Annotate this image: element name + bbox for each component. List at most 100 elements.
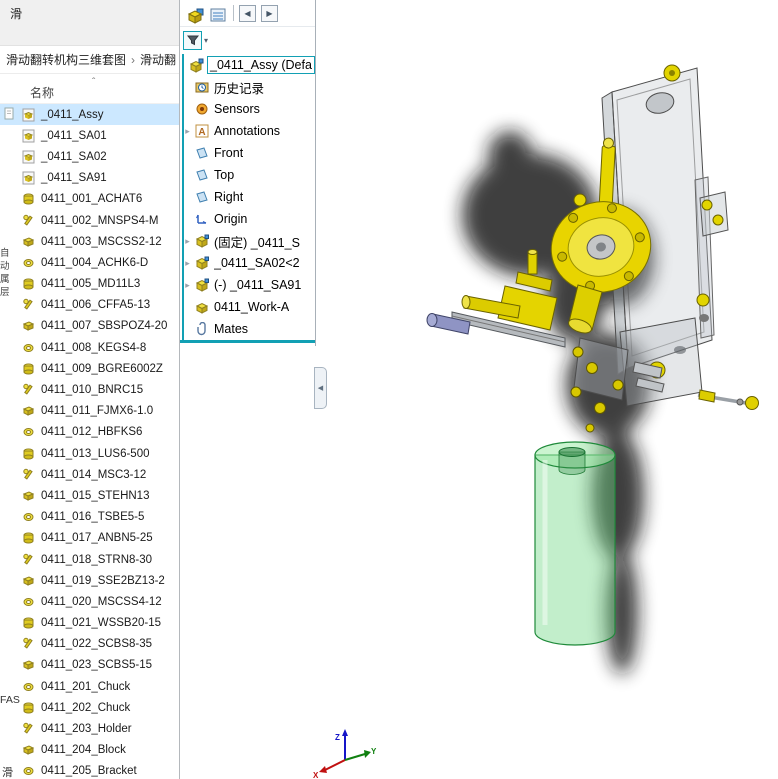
part-file-icon [22, 553, 37, 567]
annotations-icon: A [195, 124, 211, 139]
file-name: 0411_011_FJMX6-1.0 [41, 405, 154, 418]
display-pane-icon[interactable] [209, 6, 226, 21]
part-file-icon [22, 341, 37, 355]
file-row[interactable]: 0411_019_SSE2BZ13-2 [0, 570, 179, 591]
file-row[interactable]: _0411_SA91 [0, 168, 179, 189]
file-row[interactable]: 0411_022_SCBS8-35 [0, 634, 179, 655]
tree-item[interactable]: Sensors [180, 98, 315, 120]
mates-icon [195, 321, 211, 337]
file-name: 0411_006_CFFA5-13 [41, 299, 151, 312]
file-row[interactable]: 0411_014_MSC3-12 [0, 464, 179, 485]
file-row[interactable]: 0411_011_FJMX6-1.0 [0, 401, 179, 422]
history-icon [195, 80, 211, 95]
breadcrumb-segment[interactable]: 滑动翻 [140, 51, 176, 68]
expand-arrow-icon[interactable]: ▸ [180, 126, 195, 137]
file-row[interactable]: 0411_205_Bracket [0, 761, 179, 779]
file-row[interactable]: 0411_015_STEHN13 [0, 485, 179, 506]
tree-item[interactable]: ▸ A Annotations [180, 120, 315, 142]
file-row[interactable]: 0411_021_WSSB20-15 [0, 613, 179, 634]
file-name: 0411_003_MSCSS2-12 [41, 235, 162, 248]
file-name: 0411_023_SCBS5-15 [41, 659, 153, 672]
file-row[interactable]: 0411_023_SCBS5-15 [0, 655, 179, 676]
svg-text:A: A [198, 127, 205, 138]
expand-arrow-icon[interactable]: ▸ [180, 280, 195, 291]
file-name: 0411_009_BGRE6002Z [41, 362, 163, 375]
file-row[interactable]: _0411_SA02 [0, 146, 179, 167]
tree-item[interactable]: 0411_Work-A [180, 296, 315, 318]
tree-item-label: (固定) _0411_S [214, 235, 300, 250]
part-file-icon [22, 256, 37, 270]
file-row[interactable]: 0411_201_Chuck [0, 676, 179, 697]
file-row[interactable]: _0411_Assy [0, 104, 179, 126]
file-row[interactable]: 0411_009_BGRE6002Z [0, 358, 179, 379]
tree-item[interactable]: Origin [180, 208, 315, 230]
triad-y-label: Y [371, 747, 377, 756]
part-file-icon [22, 637, 37, 651]
file-row[interactable]: 0411_005_MD11L3 [0, 274, 179, 295]
assembly-root-icon [188, 58, 204, 73]
filter-funnel-icon[interactable] [183, 30, 202, 50]
expand-arrow-icon[interactable]: ▸ [180, 236, 195, 247]
file-row[interactable]: 0411_013_LUS6-500 [0, 443, 179, 464]
file-row[interactable]: 0411_018_STRN8-30 [0, 549, 179, 570]
tree-item-label: Sensors [214, 102, 260, 116]
breadcrumb[interactable]: 滑动翻转机构三维套图 › 滑动翻 [0, 46, 179, 74]
file-row[interactable]: 0411_006_CFFA5-13 [0, 295, 179, 316]
background-window-fragment: 滑 [2, 767, 13, 779]
toolbar-separator [233, 5, 234, 21]
tree-item[interactable]: Right [180, 186, 315, 208]
file-row[interactable]: 0411_002_MNSPS4-M [0, 210, 179, 231]
part-file-icon [22, 404, 37, 418]
file-row[interactable]: 0411_010_BNRC15 [0, 379, 179, 400]
history-forward-button[interactable]: ▶ [261, 4, 278, 22]
rollback-bar[interactable] [180, 340, 315, 343]
tree-item[interactable]: Mates [180, 318, 315, 340]
tree-item[interactable]: 历史记录 [180, 76, 315, 98]
file-row[interactable]: 0411_204_Block [0, 740, 179, 761]
file-row[interactable]: 0411_202_Chuck [0, 697, 179, 718]
tree-item[interactable]: ▸ (-) _0411_SA91 [180, 274, 315, 296]
part-file-icon [22, 531, 37, 545]
component-icon [195, 234, 211, 249]
file-row[interactable]: 0411_004_ACHK6-D [0, 252, 179, 273]
file-name: 0411_204_Block [41, 744, 126, 757]
file-row[interactable]: 0411_203_Holder [0, 718, 179, 739]
featuremanager-tab-icon[interactable] [185, 6, 204, 24]
file-row[interactable]: 0411_008_KEGS4-8 [0, 337, 179, 358]
flange-knob [573, 193, 587, 207]
filter-dropdown-caret-icon[interactable]: ▾ [204, 36, 208, 45]
tree-item[interactable]: ▸ (固定) _0411_S [180, 230, 315, 252]
file-list: _0411_Assy _0411_SA01 _0411_SA02 _0411_SA91… [0, 104, 179, 779]
expand-arrow-icon[interactable]: ▸ [180, 258, 195, 269]
tree-item[interactable]: Top [180, 164, 315, 186]
part-file-icon [22, 722, 37, 736]
history-back-button[interactable]: ◀ [239, 4, 256, 22]
file-explorer-pane: 滑 滑动翻转机构三维套图 › 滑动翻 ˆ 名称 _0411_Assy _0411_… [0, 0, 180, 779]
tree-item-label: _0411_SA02<2 [214, 256, 300, 270]
part-file-icon [22, 447, 37, 461]
tree-item[interactable]: Front [180, 142, 315, 164]
tree-item-label: Origin [214, 212, 248, 226]
part-file-icon [22, 468, 37, 482]
file-row[interactable]: 0411_017_ANBN5-25 [0, 528, 179, 549]
file-row[interactable]: 0411_020_MSCSS4-12 [0, 591, 179, 612]
file-name: 0411_202_Chuck [41, 701, 131, 714]
file-row[interactable]: 0411_001_ACHAT6 [0, 189, 179, 210]
tree-root-item[interactable]: _0411_Assy (Defa [188, 54, 315, 76]
part-file-icon [22, 298, 37, 312]
file-name: 0411_205_Bracket [41, 765, 137, 778]
file-row[interactable]: 0411_003_MSCSS2-12 [0, 231, 179, 252]
file-row[interactable]: _0411_SA01 [0, 125, 179, 146]
tree-item-label: 0411_Work-A [214, 300, 290, 314]
file-row[interactable]: 0411_016_TSBE5-5 [0, 507, 179, 528]
panel-collapse-tab[interactable]: ◀ [314, 367, 327, 409]
breadcrumb-separator-icon: › [131, 52, 136, 67]
tree-item[interactable]: ▸ _0411_SA02<2 [180, 252, 315, 274]
file-row[interactable]: 0411_012_HBFKS6 [0, 422, 179, 443]
breadcrumb-segment[interactable]: 滑动翻转机构三维套图 [6, 51, 126, 68]
file-row[interactable]: 0411_007_SBSPOZ4-20 [0, 316, 179, 337]
column-header-name[interactable]: 名称 [30, 84, 54, 101]
tree-root-label[interactable]: _0411_Assy (Defa [207, 56, 315, 74]
plane-icon [195, 190, 211, 205]
background-window-fragment: 自动属层 [0, 248, 10, 298]
